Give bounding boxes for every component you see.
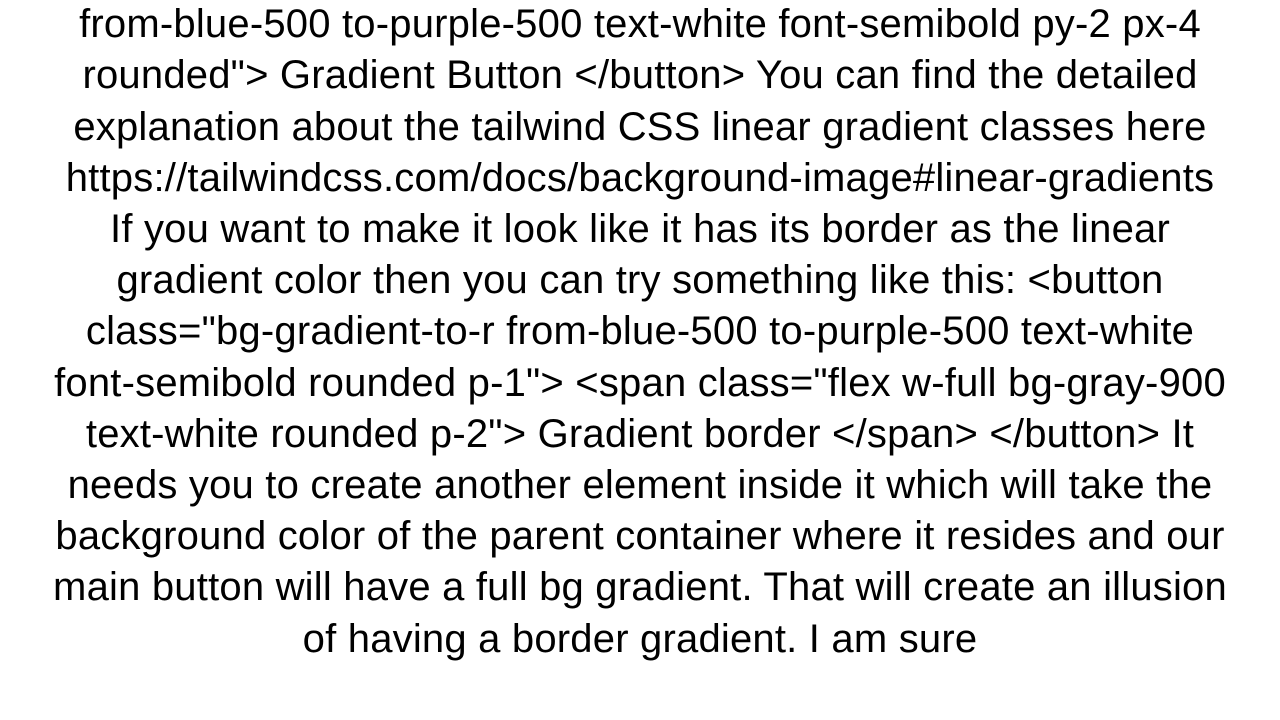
document-viewport: from-blue-500 to-purple-500 text-white f… (0, 0, 1280, 720)
document-body-text: from-blue-500 to-purple-500 text-white f… (50, 0, 1230, 665)
